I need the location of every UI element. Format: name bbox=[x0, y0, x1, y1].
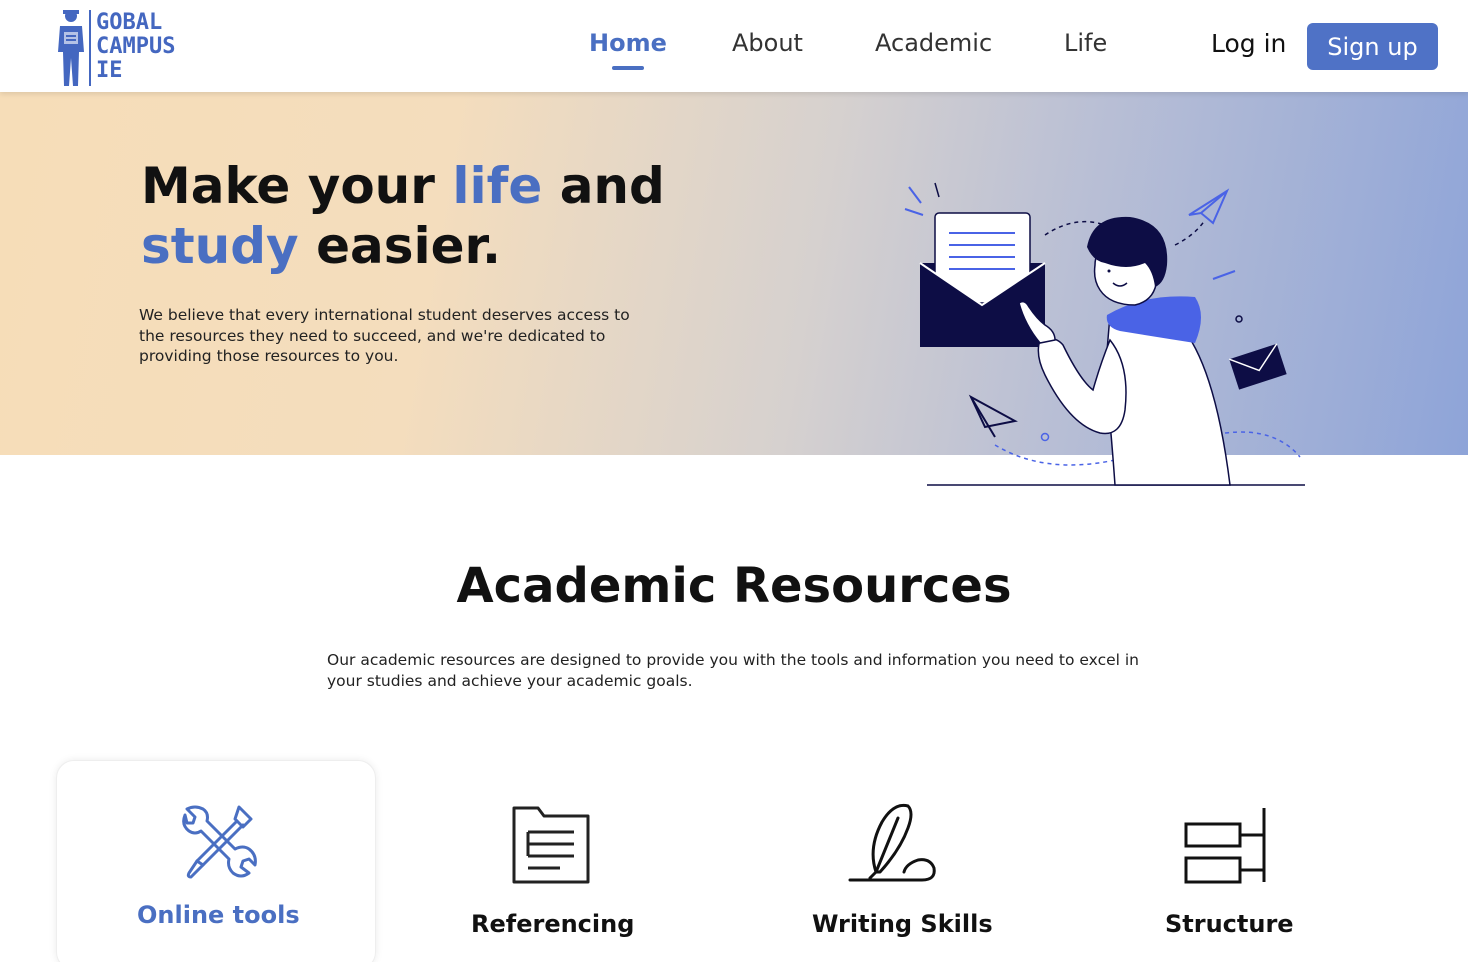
student-mail-illustration bbox=[904, 182, 1305, 486]
nav-about[interactable]: About bbox=[732, 29, 803, 57]
hero-subtitle: We believe that every international stud… bbox=[139, 306, 630, 365]
resource-card-writing-skills[interactable]: Writing Skills bbox=[780, 760, 1020, 962]
nav-home[interactable]: Home bbox=[589, 29, 667, 57]
structure-icon bbox=[1184, 808, 1266, 884]
hero-title-accent-life: life bbox=[452, 157, 543, 215]
nav-academic[interactable]: Academic bbox=[875, 29, 992, 57]
hero-title-part2: and bbox=[542, 157, 665, 215]
logo-divider bbox=[89, 10, 91, 86]
hero-title-part3: easier. bbox=[298, 217, 502, 275]
hero-title: Make your life and study easier. bbox=[141, 156, 665, 276]
card-label-structure: Structure bbox=[1165, 910, 1294, 938]
logo-line-3: IE bbox=[96, 58, 123, 83]
logo-line-1: GOBAL bbox=[96, 10, 163, 35]
tools-icon bbox=[182, 805, 257, 879]
academic-resources-title: Academic Resources bbox=[456, 558, 1012, 614]
brand-logo[interactable]: GOBAL CAMPUS IE bbox=[54, 8, 234, 88]
nav-active-indicator bbox=[612, 66, 644, 70]
hero-title-accent-study: study bbox=[141, 217, 299, 275]
pen-signature-icon bbox=[848, 803, 936, 882]
academic-resources-description: Our academic resources are designed to p… bbox=[327, 651, 1140, 690]
logo-wordmark: GOBAL CAMPUS IE bbox=[96, 11, 175, 83]
signup-button[interactable]: Sign up bbox=[1307, 23, 1438, 70]
hero-title-part1: Make your bbox=[141, 157, 453, 215]
top-navbar: GOBAL CAMPUS IE Home About Academic Life… bbox=[0, 0, 1468, 92]
resource-card-structure[interactable]: Structure bbox=[1110, 760, 1350, 962]
login-link[interactable]: Log in bbox=[1211, 29, 1286, 58]
card-label-online-tools: Online tools bbox=[137, 901, 300, 929]
card-label-referencing: Referencing bbox=[471, 910, 635, 938]
resource-card-online-tools[interactable]: Online tools bbox=[56, 760, 376, 962]
document-icon bbox=[512, 806, 590, 884]
nav-life[interactable]: Life bbox=[1064, 29, 1107, 57]
card-label-writing-skills: Writing Skills bbox=[812, 910, 993, 938]
student-figure-icon bbox=[58, 10, 84, 86]
resource-card-referencing[interactable]: Referencing bbox=[430, 760, 670, 962]
logo-line-2: CAMPUS bbox=[96, 34, 176, 59]
